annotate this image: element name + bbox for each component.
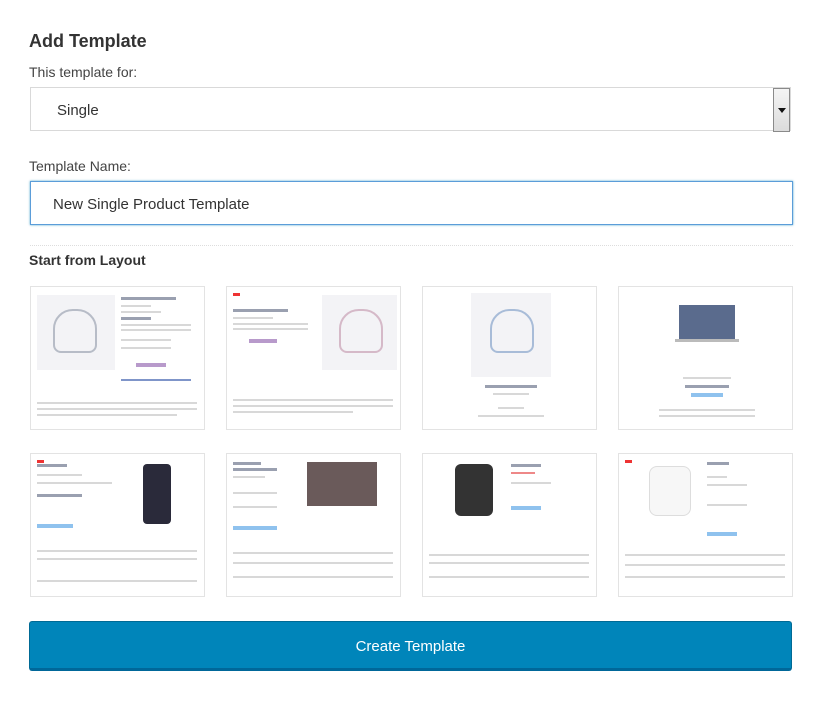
layout-card-4[interactable] [618,286,793,430]
layout-card-5[interactable] [30,453,205,597]
chevron-down-icon[interactable] [773,88,790,132]
layout-card-7[interactable] [422,453,597,597]
layout-card-3[interactable] [422,286,597,430]
template-for-label: This template for: [29,64,138,80]
layout-card-2[interactable] [226,286,401,430]
layout-card-1[interactable] [30,286,205,430]
layouts-heading: Start from Layout [29,252,146,268]
section-divider [30,245,793,246]
create-template-button[interactable]: Create Template [29,621,792,671]
layout-card-6[interactable] [226,453,401,597]
layout-card-8[interactable] [618,453,793,597]
template-name-label: Template Name: [29,158,131,174]
template-for-value: Single [57,102,99,119]
template-name-value: New Single Product Template [53,196,250,213]
template-for-select[interactable]: Single [30,87,791,132]
page-title: Add Template [29,31,147,51]
template-name-input[interactable]: New Single Product Template [30,181,793,225]
